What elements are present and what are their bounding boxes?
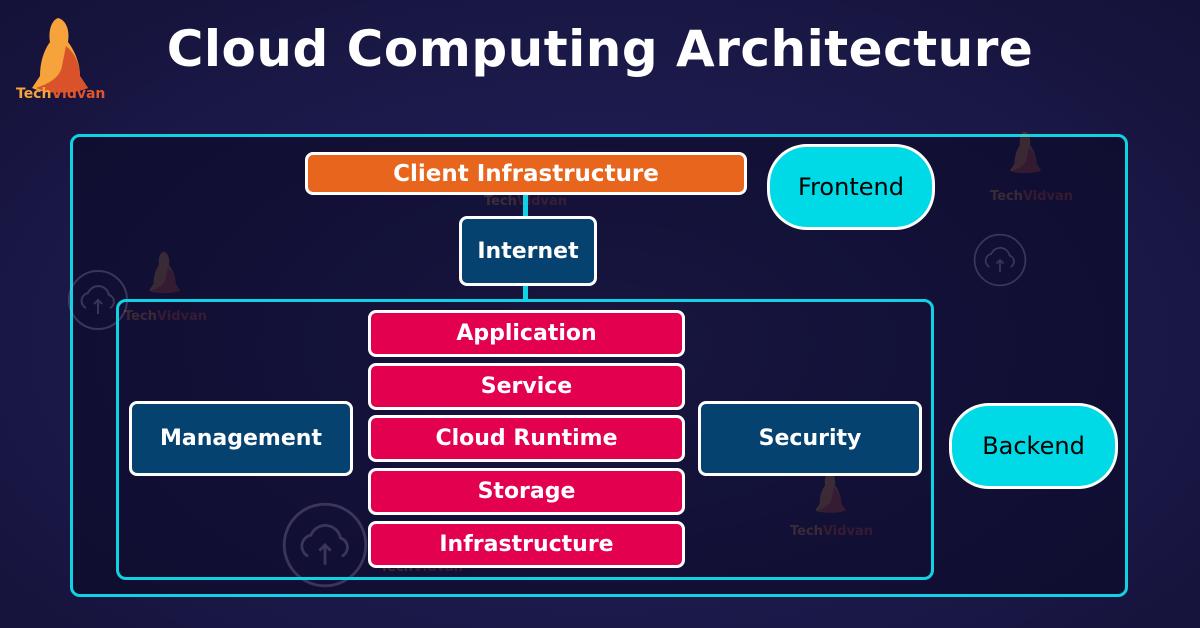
management-box: Management (129, 401, 353, 476)
watermark-text-tech: Tech (990, 189, 1023, 204)
watermark-logo: TechVidvan (990, 125, 1073, 204)
watermark-text-tech: Tech (484, 194, 517, 209)
techvidvan-watermark-icon (149, 251, 181, 294)
internet-box: Internet (459, 216, 597, 286)
brand-logo-text: TechVidvan (16, 86, 105, 102)
brand-text-tech: Tech (16, 86, 52, 102)
connector-client-internet (523, 193, 528, 217)
watermark-text-vidvan: Vidvan (1022, 189, 1074, 204)
layer-service: Service (368, 363, 685, 410)
layer-cloud-runtime: Cloud Runtime (368, 415, 685, 462)
techvidvan-watermark-icon (1010, 131, 1042, 174)
layer-application: Application (368, 310, 685, 357)
layer-storage: Storage (368, 468, 685, 515)
backend-label-pill: Backend (949, 403, 1118, 489)
security-box: Security (698, 401, 922, 476)
frontend-label-pill: Frontend (767, 144, 935, 230)
page-title: Cloud Computing Architecture (166, 20, 1034, 78)
brand-text-vidvan: Vidvan (51, 86, 106, 102)
client-infrastructure-box: Client Infrastructure (305, 152, 747, 195)
cloud-upload-icon (973, 233, 1027, 287)
layer-infrastructure: Infrastructure (368, 521, 685, 568)
